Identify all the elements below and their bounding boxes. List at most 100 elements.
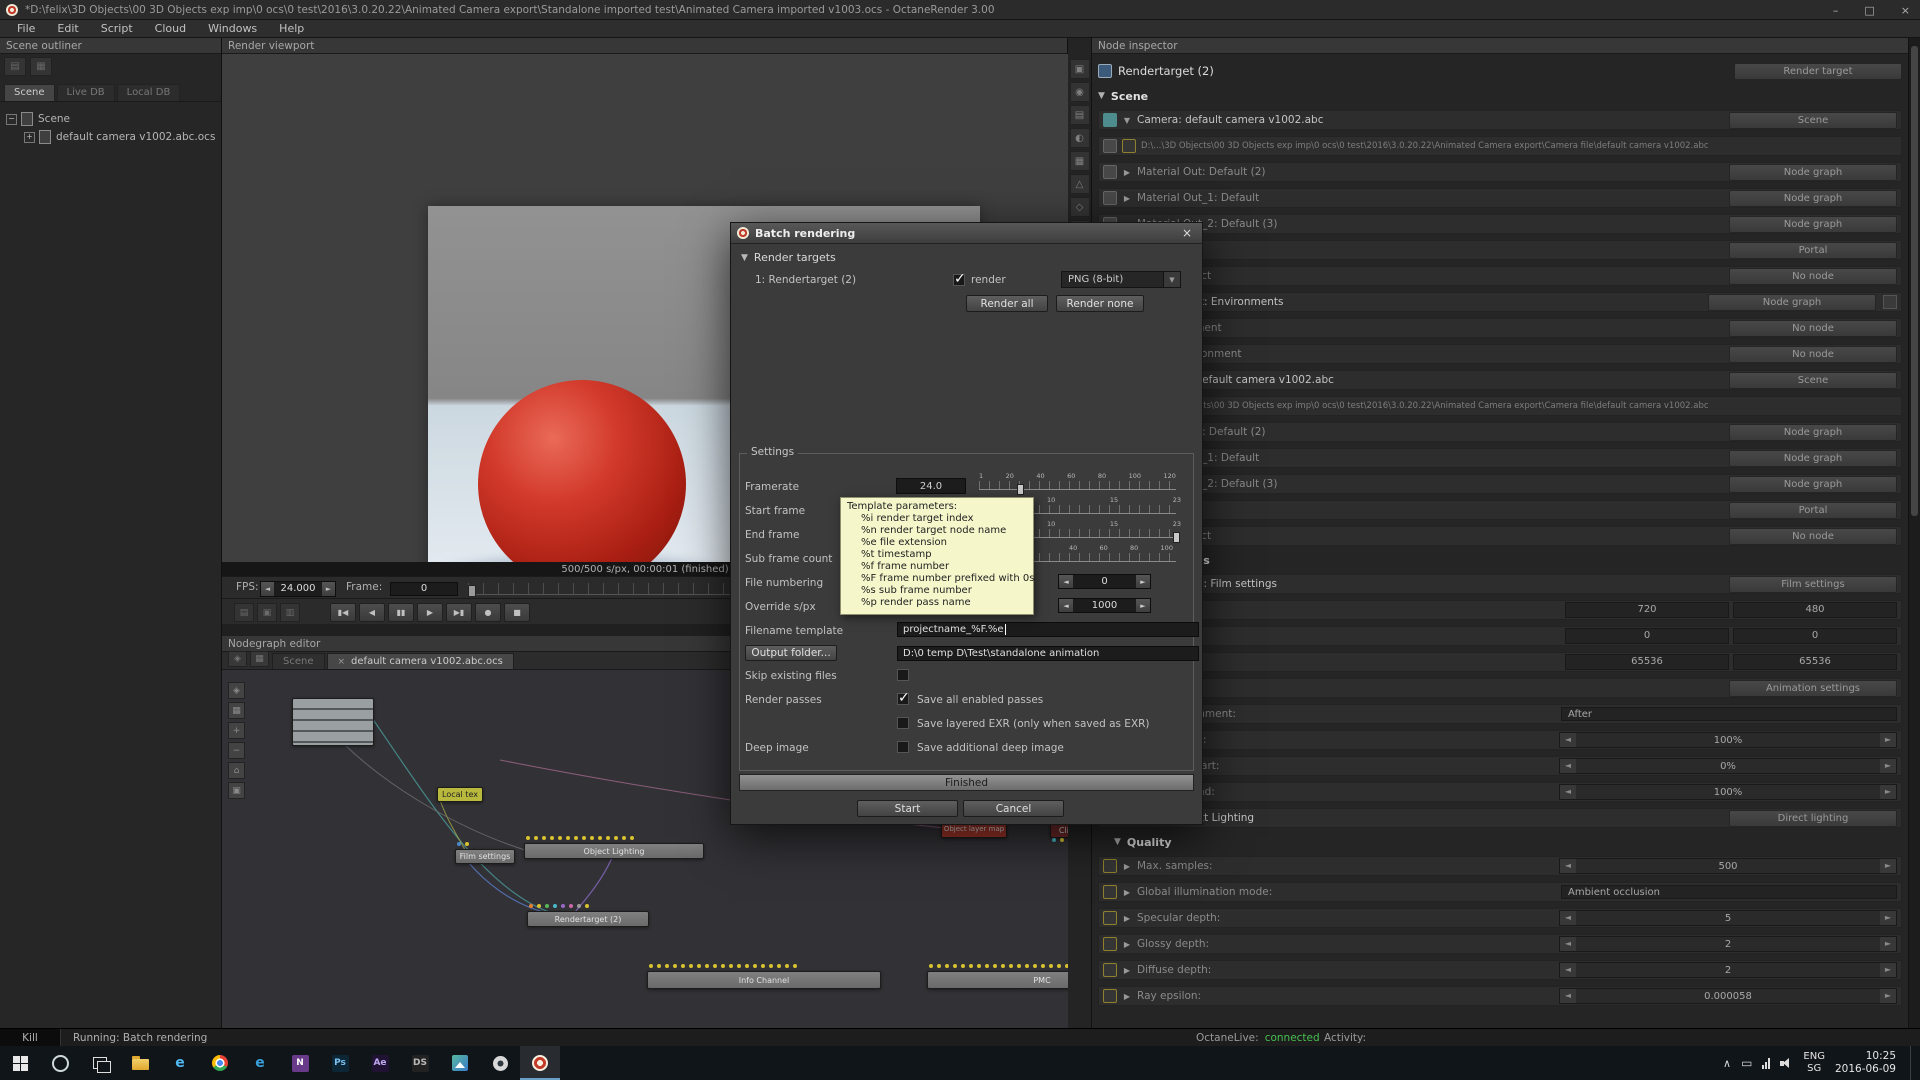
stepper-value[interactable]: 5 xyxy=(1576,913,1880,924)
value-stepper[interactable]: ◄2► xyxy=(1559,962,1897,978)
value-stepper[interactable]: ◄0%► xyxy=(1559,758,1897,774)
decrement-icon[interactable]: ◄ xyxy=(1560,859,1576,873)
menu-item-file[interactable]: File xyxy=(6,22,46,35)
node-pin[interactable] xyxy=(785,964,789,968)
decrement-icon[interactable]: ◄ xyxy=(1560,911,1576,925)
node-assign-button[interactable]: Portal xyxy=(1729,502,1897,519)
inspector-row[interactable]: ▶Shutter alignment:After xyxy=(1098,704,1902,724)
chevron-right-icon[interactable]: ▶ xyxy=(1122,194,1132,203)
node-pin[interactable] xyxy=(993,964,997,968)
node-assign-button[interactable]: Node graph xyxy=(1729,216,1897,233)
node-pin[interactable] xyxy=(457,842,461,846)
increment-icon[interactable]: ► xyxy=(1880,759,1896,773)
increment-icon[interactable]: ► xyxy=(1880,859,1896,873)
inspector-row[interactable]: ▶Shutter time:◄100%► xyxy=(1098,730,1902,750)
chevron-right-icon[interactable]: ▶ xyxy=(1122,966,1132,975)
node-pin[interactable] xyxy=(1052,838,1056,842)
tree-item[interactable]: +default camera v1002.abc.ocs xyxy=(6,128,215,146)
node-pin[interactable] xyxy=(793,964,797,968)
node-pin[interactable] xyxy=(537,904,541,908)
node-pin[interactable] xyxy=(566,836,570,840)
skip-to-end-button[interactable]: ▶▮ xyxy=(446,603,472,622)
inspector-row[interactable]: ▶PortalPortal xyxy=(1098,240,1902,260)
chevron-right-icon[interactable]: ▶ xyxy=(1122,888,1132,897)
skip-to-start-button[interactable]: ▮◀ xyxy=(330,603,356,622)
inspector-row[interactable]: ▶Region size:6553665536 xyxy=(1098,652,1902,672)
decrement-icon[interactable]: ◄ xyxy=(1560,733,1576,747)
node-pin[interactable] xyxy=(622,836,626,840)
node-pin[interactable] xyxy=(526,836,530,840)
inspector-row[interactable]: ▶Region start:00 xyxy=(1098,626,1902,646)
onenote-icon[interactable]: N xyxy=(280,1046,320,1080)
clock[interactable]: 10:25 2016-06-09 xyxy=(1835,1050,1900,1076)
extra-options-icon[interactable] xyxy=(1883,295,1897,309)
node-pin[interactable] xyxy=(558,836,562,840)
increment-icon[interactable]: ► xyxy=(1880,911,1896,925)
save-layered-exr-checkbox[interactable] xyxy=(897,717,909,729)
value-field[interactable]: 65536 xyxy=(1565,654,1729,670)
inspector-row[interactable]: ▼AnimationAnimation settings xyxy=(1098,678,1902,698)
stepper-value[interactable]: 100% xyxy=(1576,735,1880,746)
show-desktop-button[interactable] xyxy=(1910,1046,1916,1080)
record-button[interactable]: ● xyxy=(475,603,501,622)
inspector-row[interactable]: ▶Material Out_1: DefaultNode graph xyxy=(1098,448,1902,468)
stepper-value[interactable]: 100% xyxy=(1576,787,1880,798)
viewport-tool-icon-4[interactable]: ▦ xyxy=(1070,151,1090,171)
node-pin[interactable] xyxy=(542,836,546,840)
outliner-tool-icon-1[interactable]: ▦ xyxy=(30,57,52,76)
nodegraph-tab[interactable]: ×default camera v1002.abc.ocs xyxy=(327,653,514,669)
tree-expander-icon[interactable]: + xyxy=(24,132,35,143)
node-assign-button[interactable]: Node graph xyxy=(1729,164,1897,181)
inspector-file-path-row[interactable]: D:\...\3D Objects\00 3D Objects exp imp\… xyxy=(1098,396,1902,416)
cortana-button[interactable] xyxy=(40,1046,80,1080)
node-pin[interactable] xyxy=(665,964,669,968)
viewport-tool-icon-3[interactable]: ◐ xyxy=(1070,128,1090,148)
nodegraph-mini-icon-3[interactable]: − xyxy=(228,742,245,759)
fps-value[interactable]: 24.000 xyxy=(274,582,322,596)
node-pin[interactable] xyxy=(929,964,933,968)
value-stepper[interactable]: ◄0.000058► xyxy=(1559,988,1897,1004)
task-view-button[interactable] xyxy=(80,1046,120,1080)
nodegraph-mini-icon-1[interactable]: ▦ xyxy=(228,702,245,719)
increment-icon[interactable]: ► xyxy=(1136,599,1150,612)
tab-close-icon[interactable]: × xyxy=(338,657,346,667)
file-numbering-stepper[interactable]: ◄ 0 ► xyxy=(1058,574,1151,589)
menu-item-edit[interactable]: Edit xyxy=(46,22,89,35)
inspector-scrollbar-thumb[interactable] xyxy=(1911,46,1918,516)
inspector-row[interactable]: ▶Material Out: Default (2)Node graph xyxy=(1098,162,1902,182)
tree-item[interactable]: −Scene xyxy=(6,110,215,128)
node-pin[interactable] xyxy=(590,836,594,840)
chevron-down-icon[interactable]: ▼ xyxy=(1163,272,1180,287)
viewport-tool-icon-6[interactable]: ◇ xyxy=(1070,197,1090,217)
decrement-icon[interactable]: ◄ xyxy=(1560,785,1576,799)
framerate-field[interactable]: 24.0 xyxy=(896,478,966,494)
inspector-row[interactable]: ▼Film settings: Film settingsFilm settin… xyxy=(1098,574,1902,594)
pmc-node[interactable]: PMC xyxy=(927,971,1068,989)
value-field[interactable]: 480 xyxy=(1733,602,1897,618)
inspector-row[interactable]: ▶Material Out_2: Default (3)Node graph xyxy=(1098,214,1902,234)
frame-value-field[interactable]: 0 xyxy=(390,582,458,596)
menu-item-script[interactable]: Script xyxy=(90,22,144,35)
node-pin[interactable] xyxy=(561,904,565,908)
node-assign-button[interactable]: Scene xyxy=(1729,112,1897,129)
collapse-triangle-icon[interactable]: ▼ xyxy=(1098,91,1105,101)
nodegraph-mini-icon-0[interactable]: ◈ xyxy=(228,682,245,699)
inspector-section-scene[interactable]: ▼Scene xyxy=(1098,88,1902,104)
render-none-button[interactable]: Render none xyxy=(1056,295,1144,312)
filename-template-input[interactable]: projectname_%F.%e xyxy=(897,622,1199,637)
value-stepper[interactable]: ◄5► xyxy=(1559,910,1897,926)
photos-app-icon[interactable] xyxy=(440,1046,480,1080)
monitor-icon[interactable]: ▭ xyxy=(1741,1056,1752,1070)
node-pin[interactable] xyxy=(721,964,725,968)
node-pin[interactable] xyxy=(1033,964,1037,968)
film-settings-node[interactable]: Film settings xyxy=(455,849,515,864)
node-pin[interactable] xyxy=(1057,964,1061,968)
nodegraph-mini-icon-5[interactable]: ▣ xyxy=(228,782,245,799)
node-assign-button[interactable]: No node xyxy=(1729,346,1897,363)
node-pin[interactable] xyxy=(937,964,941,968)
value-field[interactable]: 720 xyxy=(1565,602,1729,618)
daz-studio-icon[interactable]: DS xyxy=(400,1046,440,1080)
node-pin[interactable] xyxy=(1041,964,1045,968)
outliner-tab-scene[interactable]: Scene xyxy=(4,84,55,101)
fps-decrement-icon[interactable]: ◄ xyxy=(261,582,274,596)
